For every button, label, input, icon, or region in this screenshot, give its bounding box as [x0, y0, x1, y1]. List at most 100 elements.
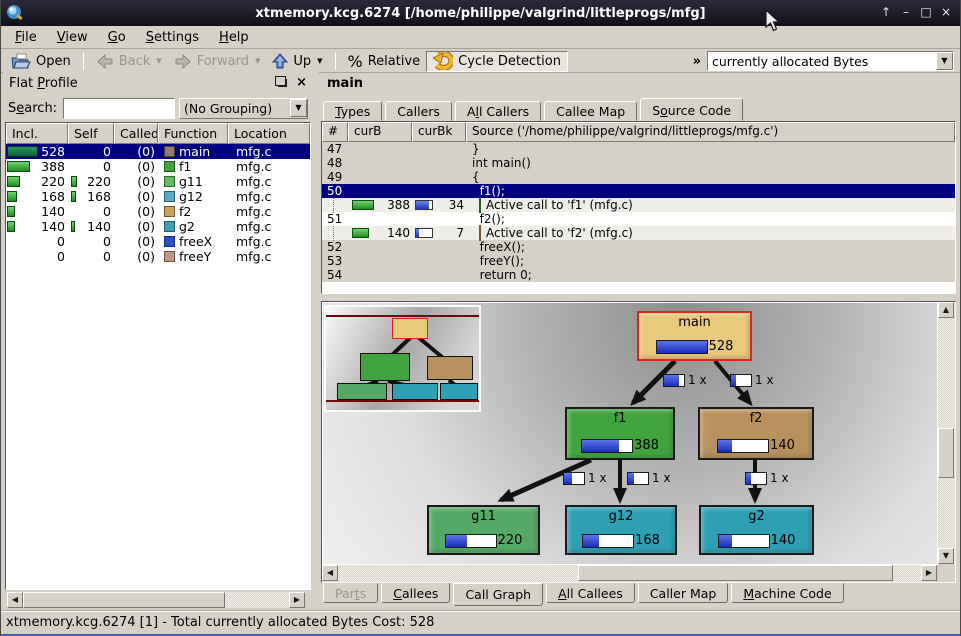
column-header-line[interactable]: #: [322, 122, 348, 142]
tab-call-graph[interactable]: Call Graph: [453, 583, 543, 606]
tab-all-callers[interactable]: All Callers: [455, 101, 541, 121]
table-row[interactable]: 220 220 (0) g11 mfg.c: [6, 174, 310, 189]
menu-go[interactable]: Go: [98, 28, 136, 47]
edge-label-f1-g11: 1 x: [563, 471, 607, 485]
table-row[interactable]: 140 140 (0) g2 mfg.c: [6, 219, 310, 234]
node-label: main: [678, 315, 710, 330]
line-number: 52: [322, 240, 348, 254]
minimize-button[interactable]: –: [898, 5, 914, 21]
table-row[interactable]: 528 0 (0) main mfg.c: [6, 144, 310, 159]
incl-bar: [7, 191, 17, 202]
table-row[interactable]: 388 0 (0) f1 mfg.c: [6, 159, 310, 174]
column-header-called[interactable]: Called: [114, 123, 158, 144]
scroll-right-icon[interactable]: ▶: [289, 592, 305, 608]
up-button[interactable]: Up ▼: [266, 51, 328, 72]
maximize-button[interactable]: □: [918, 5, 934, 21]
back-button[interactable]: Back ▼: [90, 51, 168, 72]
graph-node-g12[interactable]: g12 168: [565, 505, 677, 555]
scroll-up-icon[interactable]: ▲: [938, 302, 954, 318]
horizontal-scrollbar[interactable]: ◀ ▶: [322, 565, 937, 582]
graph-node-f1[interactable]: f1 388: [565, 407, 675, 460]
graph-node-f2[interactable]: f2 140: [698, 407, 814, 460]
menu-help[interactable]: Help: [209, 28, 259, 47]
up-dropdown-icon[interactable]: ▼: [317, 57, 322, 65]
tab-machine-code[interactable]: Machine Code: [731, 583, 843, 603]
graph-overview-map[interactable]: [324, 305, 481, 412]
back-dropdown-icon[interactable]: ▼: [156, 57, 161, 65]
event-type-select[interactable]: currently allocated Bytes ▼: [707, 51, 954, 71]
scroll-left-icon[interactable]: ◀: [322, 565, 338, 581]
column-header-function[interactable]: Function: [158, 123, 228, 144]
graph-node-main[interactable]: main 528: [637, 311, 752, 361]
incl-value: 528: [41, 144, 68, 159]
source-line-selected[interactable]: 50 f1();: [322, 184, 955, 198]
tab-parts[interactable]: Parts: [323, 583, 378, 603]
called-value: (0): [137, 249, 158, 264]
edge-cost-bar: [745, 472, 767, 485]
tab-caller-map[interactable]: Caller Map: [638, 583, 729, 603]
dock-float-icon[interactable]: [278, 79, 287, 87]
tab-all-callees[interactable]: All Callees: [546, 583, 635, 603]
tab-callee-map[interactable]: Callee Map: [544, 101, 637, 121]
scrollbar-thumb[interactable]: [938, 428, 954, 478]
shade-button[interactable]: ↑: [878, 5, 894, 21]
dock-close-icon[interactable]: ×: [296, 78, 307, 88]
chevron-down-icon[interactable]: ▼: [936, 52, 953, 70]
close-button[interactable]: ×: [938, 5, 954, 21]
grouping-select[interactable]: (No Grouping) ▼: [179, 98, 308, 119]
cycle-detection-button[interactable]: Cycle Detection: [426, 51, 568, 72]
tab-callers[interactable]: Callers: [385, 101, 452, 121]
scroll-left-icon[interactable]: ◀: [7, 592, 23, 608]
table-row[interactable]: 140 0 (0) f2 mfg.c: [6, 204, 310, 219]
scroll-down-icon[interactable]: ▼: [938, 548, 954, 564]
source-line[interactable]: 48int main(): [322, 156, 955, 170]
menu-file[interactable]: File: [5, 28, 47, 47]
source-call-line[interactable]: 388 34 Active call to 'f1' (mfg.c): [322, 198, 955, 212]
scrollbar-thumb[interactable]: [578, 565, 893, 581]
horizontal-scrollbar[interactable]: ◀ ▶: [7, 592, 305, 608]
relative-button[interactable]: % Relative: [342, 51, 427, 72]
relative-label: Relative: [368, 54, 420, 69]
call-graph-canvas[interactable]: main 528 f1 388 f2 140 g11 220 g12 168: [323, 303, 937, 564]
open-button[interactable]: Open: [5, 51, 77, 72]
tab-source-code[interactable]: Source Code: [640, 98, 743, 121]
vertical-scrollbar[interactable]: ▲ ▼: [938, 302, 955, 564]
function-name: freeX: [179, 234, 212, 249]
tab-callees[interactable]: Callees: [381, 583, 450, 603]
node-label: f2: [750, 411, 763, 426]
search-input[interactable]: [63, 98, 175, 119]
source-line[interactable]: 52 freeX();: [322, 240, 955, 254]
source-line[interactable]: 54 return 0;: [322, 268, 955, 282]
forward-dropdown-icon[interactable]: ▼: [255, 57, 260, 65]
graph-node-g11[interactable]: g11 220: [427, 505, 540, 555]
toolbar-overflow-chevron[interactable]: »: [687, 54, 707, 69]
table-row[interactable]: 0 0 (0) freeY mfg.c: [6, 249, 310, 264]
chevron-down-icon[interactable]: ▼: [290, 99, 307, 117]
forward-button[interactable]: Forward ▼: [168, 51, 267, 72]
menu-settings[interactable]: Settings: [136, 28, 209, 47]
column-header-curbk[interactable]: curBk: [412, 122, 466, 142]
column-header-location[interactable]: Location: [228, 123, 310, 144]
source-line[interactable]: 53 freeY();: [322, 254, 955, 268]
self-value: 140: [87, 219, 114, 234]
table-row[interactable]: 168 168 (0) g12 mfg.c: [6, 189, 310, 204]
table-row[interactable]: 0 0 (0) freeX mfg.c: [6, 234, 310, 249]
column-header-curb[interactable]: curB: [348, 122, 412, 142]
source-line[interactable]: 51 f2();: [322, 212, 955, 226]
scrollbar-thumb[interactable]: [23, 592, 225, 608]
function-color-icon: [479, 197, 481, 213]
column-header-incl[interactable]: Incl.: [6, 123, 68, 144]
menu-view[interactable]: View: [47, 28, 98, 47]
tab-types[interactable]: Types: [323, 101, 382, 121]
function-detail-area: main Types Callers All Callers Callee Ma…: [319, 72, 958, 610]
source-call-line[interactable]: 140 7 Active call to 'f2' (mfg.c): [322, 226, 955, 240]
source-line[interactable]: 49{: [322, 170, 955, 184]
column-header-self[interactable]: Self: [68, 123, 114, 144]
call-graph-panel: main 528 f1 388 f2 140 g11 220 g12 168: [321, 301, 956, 583]
source-line[interactable]: 47}: [322, 142, 955, 156]
column-header-source[interactable]: Source ('/home/philippe/valgrind/littlep…: [466, 122, 955, 142]
scroll-right-icon[interactable]: ▶: [921, 565, 937, 581]
self-bar: [71, 191, 76, 202]
graph-node-g2[interactable]: g2 140: [699, 505, 814, 555]
incl-value: 0: [57, 234, 68, 249]
